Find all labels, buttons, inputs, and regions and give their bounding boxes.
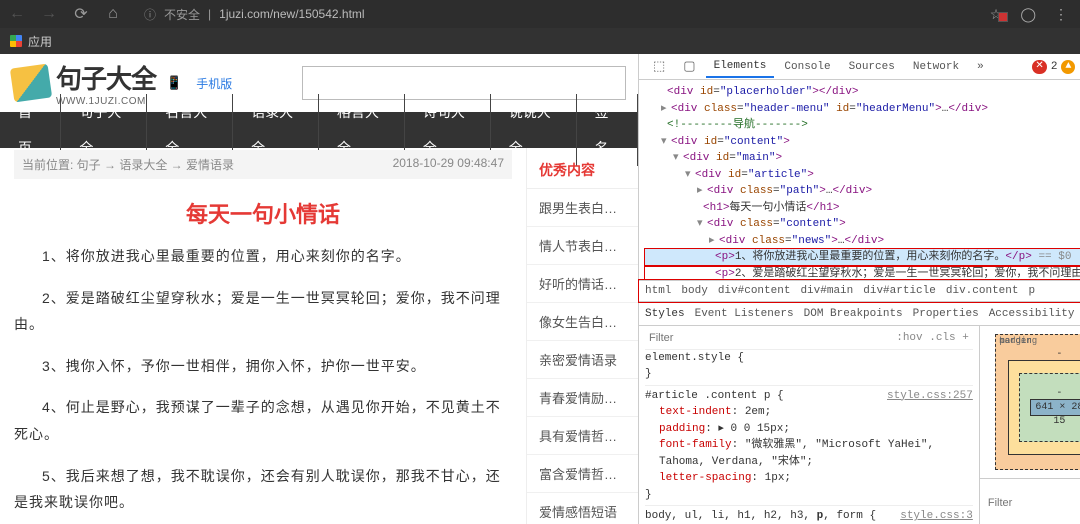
article-body: 1、将你放进我心里最重要的位置，用心来刻你的名字。2、爱是踏破红尘望穿秋水；爱是… [14,243,512,524]
bookmark-bar: 应用 [0,28,1080,54]
breadcrumb-node[interactable]: body [681,285,707,297]
tab-more[interactable]: » [969,57,992,77]
styles-subtabs: Styles Event Listeners DOM Breakpoints P… [639,302,1080,326]
tab-network[interactable]: Network [905,57,967,77]
breadcrumb-node[interactable]: div#main [800,285,853,297]
menu-icon[interactable]: ⋮ [1054,6,1068,23]
security-status: 不安全 [164,6,200,23]
logo-text: 句子大全 [56,59,156,96]
sidebar-item[interactable]: 跟男生表白的话 [527,189,638,227]
info-icon[interactable]: ⓘ [144,6,156,23]
url-text: 1juzi.com/new/150542.html [219,7,364,21]
breadcrumb-node[interactable]: p [1029,285,1036,297]
browser-chrome: ← → ⟳ ⌂ ⓘ 不安全 | 1juzi.com/new/150542.htm… [0,0,1080,54]
sidebar-item[interactable]: 富含爱情哲理的话 [527,455,638,493]
sidebar-item[interactable]: 好听的情话短句 [527,265,638,303]
rendered-page: 句子大全 WWW.1JUZI.COM 📱 手机版 首页句子大全名言大全语录大全格… [0,54,638,524]
dom-breadcrumb: html body div#content div#main div#article di… [639,280,1080,302]
computed-filter-input[interactable] [988,497,1080,509]
styles-filter-input[interactable] [649,332,896,344]
reload-icon[interactable]: ⟳ [72,4,90,24]
subtab-styles[interactable]: Styles [645,308,685,320]
logo-icon [10,64,52,103]
rule-element-style: element.style {} [645,350,973,383]
page-body: 句子大全 WWW.1JUZI.COM 📱 手机版 首页句子大全名言大全语录大全格… [0,54,1080,524]
back-icon[interactable]: ← [8,5,26,23]
breadcrumb-node[interactable]: div.content [946,285,1019,297]
sidebar-item[interactable]: 青春爱情励志语录 [527,379,638,417]
browser-toolbar: ← → ⟳ ⌂ ⓘ 不安全 | 1juzi.com/new/150542.htm… [0,0,1080,28]
apps-label[interactable]: 应用 [28,33,52,50]
mobile-link[interactable]: 手机版 [196,75,232,92]
box-content-size: 641 × 28 [1030,399,1080,416]
tab-sources[interactable]: Sources [841,57,903,77]
apps-icon[interactable] [10,35,22,47]
styles-pane[interactable]: :hov .cls + element.style {} style.css:2… [639,326,979,524]
sidebar-item[interactable]: 具有爱情哲理的话 [527,417,638,455]
rule-article-content-p: style.css:257 #article .content p { text… [645,385,973,504]
extension-badge[interactable] [998,12,1008,22]
tab-console[interactable]: Console [776,57,838,77]
sidebar-item[interactable]: 爱情感悟短语 [527,493,638,524]
subtab-accessibility[interactable]: Accessibility [989,308,1075,320]
computed-pane: margin - border padding - 641 × 28 15 Sh… [979,326,1080,524]
subtab-event-listeners[interactable]: Event Listeners [695,308,794,320]
sidebar-item[interactable]: 情人节表白语录 [527,227,638,265]
profile-icon[interactable]: ◯ [1020,6,1036,23]
article-timestamp: 2018-10-29 09:48:47 [393,156,504,173]
breadcrumb-node[interactable]: div#content [718,285,791,297]
rule-body-reset: style.css:3 body, ul, li, h1, h2, h3, p,… [645,505,973,524]
sidebar: 优秀内容 跟男生表白的话情人节表白语录好听的情话短句像女生告白的话亲密爱情语录青… [526,148,638,524]
device-icon[interactable]: ▢ [675,55,703,78]
breadcrumb-path: 当前位置: 句子 → 语录大全 → 爱情语录 [22,156,234,173]
devtools-panel: ⬚ ▢ Elements Console Sources Network » ✕… [638,54,1080,524]
error-count[interactable]: ✕ [1032,60,1046,74]
sidebar-item[interactable]: 亲密爱情语录 [527,341,638,379]
breadcrumb-node[interactable]: html [645,285,671,297]
sidebar-title: 优秀内容 [527,152,638,189]
box-model: margin - border padding - 641 × 28 15 [980,326,1080,478]
tab-elements[interactable]: Elements [706,56,775,78]
inspect-icon[interactable]: ⬚ [645,55,673,78]
hov-toggle[interactable]: :hov .cls + [896,330,969,347]
dom-tree[interactable]: <div id="placerholder"></div>▸<div class… [639,80,1080,280]
article-paragraph: 4、何止是野心，我预谋了一辈子的念想，从遇见你开始，不见黄土不死心。 [14,394,512,462]
sidebar-item[interactable]: 像女生告白的话 [527,303,638,341]
devtools-tabs: ⬚ ▢ Elements Console Sources Network » ✕… [639,54,1080,80]
forward-icon[interactable]: → [40,5,58,23]
article-paragraph: 3、拽你入怀，予你一世相伴，拥你入怀，护你一世平安。 [14,353,512,395]
article-paragraph: 2、爱是踏破红尘望穿秋水；爱是一生一世冥冥轮回；爱你，我不问理由。 [14,285,512,353]
article-paragraph: 1、将你放进我心里最重要的位置，用心来刻你的名字。 [14,243,512,285]
subtab-properties[interactable]: Properties [913,308,979,320]
mobile-icon: 📱 [166,75,182,91]
browser-right-icons: ☆ ◯ ⋮ [990,6,1068,23]
main-nav: 首页句子大全名言大全语录大全格言大全诗句大全说说大全签名 [0,112,638,148]
home-icon[interactable]: ⌂ [104,5,122,23]
subtab-dom-breakpoints[interactable]: DOM Breakpoints [804,308,903,320]
article-title: 每天一句小情话 [14,179,512,243]
address-bar[interactable]: ⓘ 不安全 | 1juzi.com/new/150542.html [144,6,365,23]
breadcrumb-node[interactable]: div#article [863,285,936,297]
warning-count[interactable]: ▲ [1061,60,1075,74]
article-paragraph: 5、我后来想了想，我不耽误你，还会有别人耽误你，那我不甘心，还是我来耽误你吧。 [14,463,512,524]
breadcrumb: 当前位置: 句子 → 语录大全 → 爱情语录 2018-10-29 09:48:… [14,150,512,179]
